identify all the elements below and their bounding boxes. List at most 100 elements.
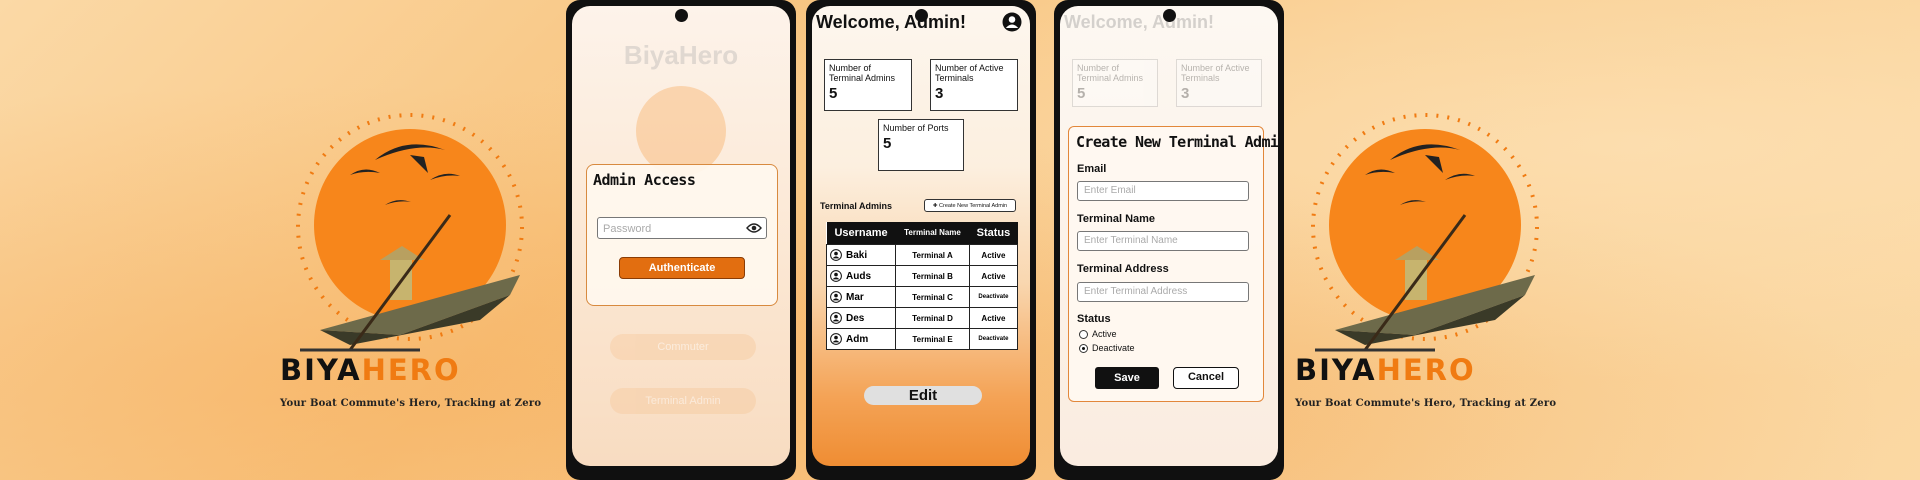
terminal-name-cell: Terminal B (895, 265, 970, 287)
username: Mar (846, 291, 864, 303)
password-placeholder: Password (603, 223, 652, 235)
stat-value: 3 (1181, 85, 1190, 102)
boat-sun-illustration (1311, 113, 1539, 352)
username-cell: Adm (825, 328, 897, 350)
user-icon (830, 249, 842, 261)
email-input[interactable]: Enter Email (1077, 181, 1249, 201)
camera (675, 9, 688, 22)
stat-value: 5 (883, 135, 892, 152)
status-option-active[interactable]: Active (1079, 329, 1117, 339)
terminal-name-label: Terminal Name (1077, 213, 1156, 225)
terminal-address-input[interactable]: Enter Terminal Address (1077, 282, 1249, 302)
status-cell: Deactivate (968, 328, 1019, 350)
cancel-button[interactable]: Cancel (1173, 367, 1239, 389)
terminal-admins-table: Username Terminal Name Status Baki Termin… (825, 222, 1019, 350)
username-cell: Baki (825, 244, 897, 266)
username: Auds (846, 270, 871, 282)
phone-dashboard: Welcome, Admin! Number of Terminal Admin… (806, 0, 1036, 480)
stat-label: Number of Terminal Admins (829, 63, 896, 83)
brand-logo-left: BIYAHERO Your Boat Commute's Hero, Track… (280, 95, 550, 425)
authenticate-button[interactable]: Authenticate (619, 257, 745, 279)
table-row[interactable]: Mar Terminal C Deactivate (825, 286, 1019, 308)
stat-terminal-admins: Number of Terminal Admins 5 (824, 59, 912, 111)
app-title: BiyaHero (623, 40, 739, 70)
stat-label: Number of Terminal Admins (1077, 63, 1144, 83)
dashboard-screen: Welcome, Admin! Number of Terminal Admin… (812, 6, 1030, 466)
section-title: Terminal Admins (820, 201, 893, 211)
camera (1163, 9, 1176, 22)
username-cell: Auds (825, 265, 897, 287)
password-input[interactable]: Password (597, 217, 767, 239)
brand-logo-right: BIYAHERO Your Boat Commute's Hero, Track… (1295, 95, 1565, 425)
eye-icon[interactable] (746, 222, 762, 234)
username-cell: Des (825, 307, 897, 329)
username: Baki (846, 249, 868, 261)
email-label: Email (1077, 163, 1107, 175)
commuter-button: Commuter (610, 334, 756, 360)
status-option-deactivate[interactable]: Deactivate (1079, 343, 1135, 353)
column-username: Username (826, 222, 896, 245)
user-icon (830, 312, 842, 324)
user-icon (830, 291, 842, 303)
sun-logo (636, 86, 726, 176)
stat-label: Number of Active Terminals (1181, 63, 1250, 83)
create-button-label: Create New Terminal Admin (939, 203, 1008, 209)
stat-label: Number of Active Terminals (935, 63, 1004, 83)
terminal-name-cell: Terminal C (895, 286, 970, 308)
terminal-name-cell: Terminal A (895, 244, 970, 266)
brand-tagline: Your Boat Commute's Hero, Tracking at Ze… (1295, 398, 1557, 409)
brand-name: BIYAHERO (1295, 353, 1476, 387)
table-header: Username Terminal Name Status (826, 222, 1018, 245)
table-row[interactable]: Adm Terminal E Deactivate (825, 328, 1019, 350)
stat-label: Number of Ports (883, 123, 949, 133)
terminal-name-cell: Terminal E (895, 328, 970, 350)
stat-terminal-admins: Number of Terminal Admins 5 (1072, 59, 1158, 107)
boat-sun-illustration (296, 113, 524, 352)
terminal-name-cell: Terminal D (895, 307, 970, 329)
username: Adm (846, 333, 869, 345)
radio-button[interactable] (1079, 343, 1088, 353)
terminal-address-label: Terminal Address (1077, 263, 1169, 275)
terminal-admin-button: Terminal Admin (610, 388, 756, 414)
admin-access-modal: Admin Access Password Authenticate (586, 164, 778, 306)
stat-active-terminals: Number of Active Terminals 3 (1176, 59, 1262, 107)
phone-login: BiyaHero Commuter Terminal Admin Admin A… (566, 0, 796, 480)
radio-button[interactable] (1079, 329, 1088, 339)
terminal-name-input[interactable]: Enter Terminal Name (1077, 231, 1249, 251)
status-cell: Deactivate (968, 286, 1019, 308)
username: Des (846, 312, 865, 324)
table-row[interactable]: Baki Terminal A Active (825, 244, 1019, 266)
column-status: Status (969, 222, 1018, 245)
welcome-heading: Welcome, Admin! (1064, 12, 1215, 32)
radio-label: Deactivate (1092, 343, 1135, 353)
status-cell: Active (968, 307, 1019, 329)
user-icon (830, 270, 842, 282)
table-row[interactable]: Auds Terminal B Active (825, 265, 1019, 287)
status-cell: Active (968, 244, 1019, 266)
edit-button[interactable]: Edit (864, 386, 982, 405)
table-row[interactable]: Des Terminal D Active (825, 307, 1019, 329)
phone-create-admin: Welcome, Admin! Number of Terminal Admin… (1054, 0, 1284, 480)
brand-name: BIYAHERO (280, 353, 461, 387)
modal-title: Admin Access (593, 171, 696, 189)
create-admin-screen: Welcome, Admin! Number of Terminal Admin… (1060, 6, 1278, 466)
radio-label: Active (1092, 329, 1117, 339)
profile-icon[interactable] (1002, 12, 1022, 32)
create-terminal-admin-button[interactable]: ✚ Create New Terminal Admin (924, 199, 1016, 212)
stat-value: 5 (829, 85, 838, 102)
status-cell: Active (968, 265, 1019, 287)
brand-tagline: Your Boat Commute's Hero, Tracking at Ze… (280, 398, 542, 409)
modal-title: Create New Terminal Admin (1076, 133, 1278, 151)
user-icon (830, 333, 842, 345)
save-button[interactable]: Save (1095, 367, 1159, 389)
welcome-heading: Welcome, Admin! (816, 12, 967, 32)
username-cell: Mar (825, 286, 897, 308)
stat-value: 3 (935, 85, 944, 102)
stat-value: 5 (1077, 85, 1086, 102)
stat-ports: Number of Ports 5 (878, 119, 964, 171)
camera (915, 9, 928, 22)
create-admin-modal: Create New Terminal Admin Email Enter Em… (1068, 126, 1278, 402)
stat-active-terminals: Number of Active Terminals 3 (930, 59, 1018, 111)
login-screen: BiyaHero Commuter Terminal Admin Admin A… (572, 6, 790, 466)
status-label: Status (1077, 313, 1111, 325)
